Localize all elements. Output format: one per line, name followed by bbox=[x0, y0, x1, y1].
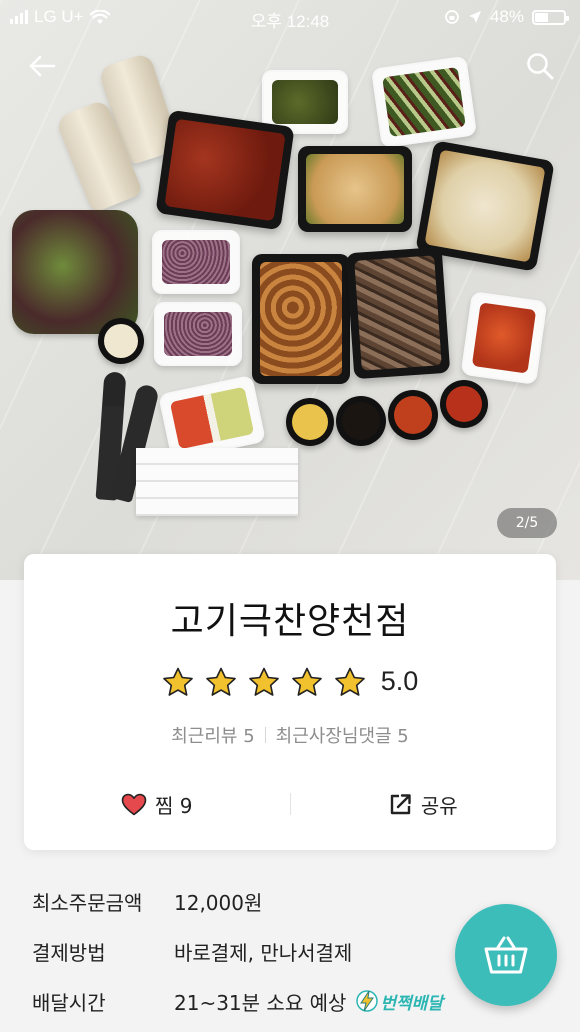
min-order-row: 최소주문금액 12,000원 bbox=[32, 878, 443, 924]
delivery-time-value: 21~31분 소요 예상 bbox=[174, 990, 347, 1015]
payment-value: 바로결제, 만나서결제 bbox=[174, 940, 353, 965]
back-arrow-icon bbox=[29, 55, 56, 77]
store-photo[interactable] bbox=[0, 0, 580, 580]
lettuce-wraps bbox=[12, 210, 138, 334]
garlic-cup bbox=[98, 318, 144, 364]
delivery-label: 배달시간 bbox=[32, 990, 106, 1015]
status-bar: LG U+ 오후 12:48 48% bbox=[0, 0, 580, 34]
star-icon bbox=[291, 667, 322, 696]
sauce-cup bbox=[286, 398, 334, 446]
rice-box bbox=[152, 230, 240, 294]
sauce-cup bbox=[336, 396, 386, 446]
location-icon bbox=[468, 11, 481, 23]
share-label: 공유 bbox=[420, 793, 458, 818]
payment-row: 결제방법 바로결제, 만나서결제 bbox=[32, 928, 443, 974]
sauce-cup bbox=[440, 380, 488, 428]
rice-box bbox=[154, 302, 242, 366]
divider bbox=[264, 727, 266, 743]
spicy-pork-tray bbox=[155, 109, 295, 231]
green-onion-box bbox=[370, 55, 478, 149]
min-order-label: 최소주문금액 bbox=[32, 890, 143, 915]
rating-stars bbox=[162, 667, 366, 697]
store-name: 고기극찬양천점 bbox=[170, 601, 410, 642]
min-order-value: 12,000원 bbox=[174, 890, 263, 915]
favorite-label: 찜 9 bbox=[155, 793, 193, 818]
sauce-cup bbox=[388, 390, 438, 440]
back-button[interactable] bbox=[20, 44, 64, 88]
store-info-card: 고기극찬양천점 5.0 최근리뷰 5 최근사장님댓글 5 찜 9 공유 bbox=[24, 554, 556, 850]
bulgogi-tray bbox=[345, 246, 451, 380]
chopstick-packs bbox=[136, 448, 298, 516]
battery-icon bbox=[532, 9, 569, 25]
star-icon bbox=[162, 667, 193, 696]
share-button[interactable]: 공유 bbox=[291, 790, 557, 819]
owner-replies-link[interactable]: 최근사장님댓글 5 bbox=[276, 722, 409, 748]
fishcake-tray bbox=[298, 146, 412, 232]
grilled-pork-tray bbox=[252, 254, 350, 384]
store-rating: 5.0 bbox=[24, 666, 556, 697]
kimchi-box bbox=[460, 291, 548, 385]
cart-button[interactable] bbox=[455, 904, 557, 1006]
rating-score: 5.0 bbox=[380, 666, 419, 696]
payment-label: 결제방법 bbox=[32, 940, 106, 965]
favorite-button[interactable]: 찜 9 bbox=[24, 790, 290, 819]
heart-icon bbox=[121, 793, 147, 815]
search-icon bbox=[527, 53, 554, 80]
star-icon bbox=[248, 667, 279, 696]
express-delivery-badge: 번쩍배달 bbox=[356, 989, 443, 1014]
delivery-row: 배달시간 21~31분 소요 예상 번쩍배달 bbox=[32, 978, 443, 1024]
rotation-lock-icon bbox=[445, 10, 459, 24]
card-actions: 찜 9 공유 bbox=[24, 768, 556, 840]
lightning-icon bbox=[356, 990, 379, 1012]
share-icon bbox=[390, 794, 411, 815]
review-summary: 최근리뷰 5 최근사장님댓글 5 bbox=[24, 722, 556, 748]
cart-basket-icon bbox=[484, 936, 528, 974]
gallery-page-indicator: 2/5 bbox=[497, 508, 557, 538]
star-icon bbox=[334, 667, 365, 696]
search-button[interactable] bbox=[518, 44, 562, 88]
star-icon bbox=[205, 667, 236, 696]
battery-percent: 48% bbox=[489, 7, 524, 26]
store-details: 최소주문금액 12,000원 결제방법 바로결제, 만나서결제 배달시간 21~… bbox=[32, 878, 443, 1028]
recent-reviews-link[interactable]: 최근리뷰 5 bbox=[171, 722, 254, 748]
badge-text: 번쩍배달 bbox=[380, 993, 443, 1014]
